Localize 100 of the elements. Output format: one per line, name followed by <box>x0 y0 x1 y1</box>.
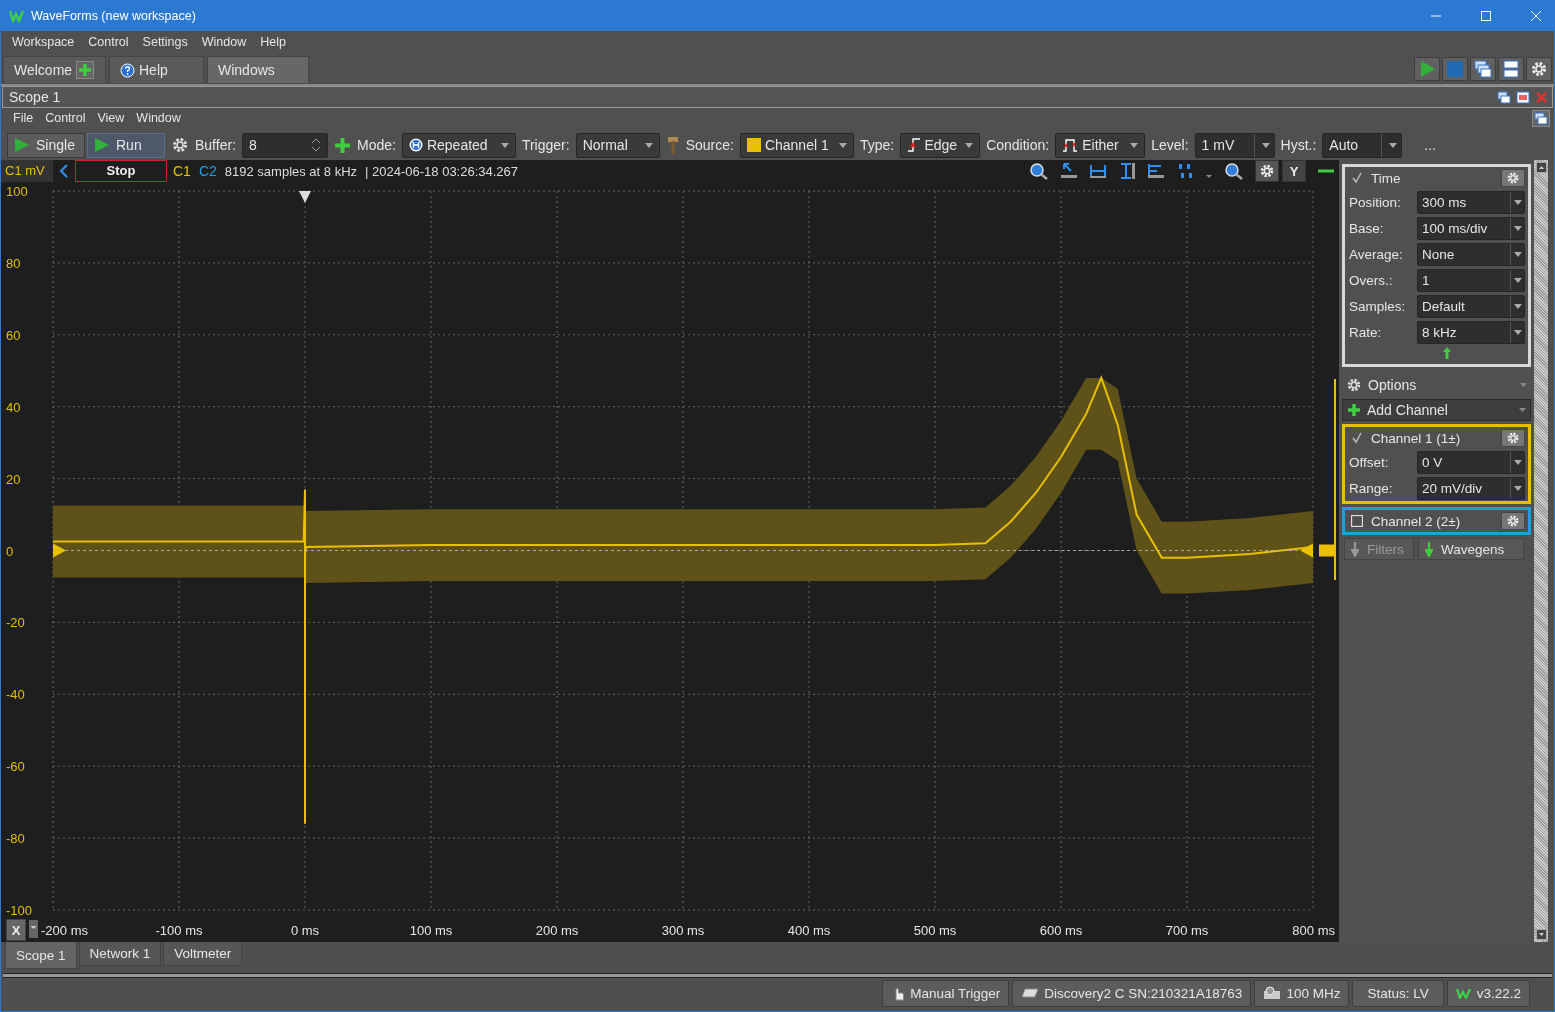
settings-button[interactable] <box>1526 57 1552 81</box>
field-label: Average: <box>1349 246 1404 262</box>
dropdown[interactable]: Default <box>1417 294 1525 318</box>
settings-button[interactable] <box>1255 160 1279 182</box>
run-button[interactable] <box>1414 57 1440 81</box>
settings-icon[interactable] <box>171 136 189 154</box>
dropdown-caret-icon <box>1261 142 1270 148</box>
hammer-icon[interactable] <box>665 136 680 154</box>
dropdown[interactable]: None <box>1417 242 1525 266</box>
mode-dropdown[interactable]: Repeated <box>401 132 516 158</box>
menu-item[interactable]: View <box>91 111 131 125</box>
dropdown-caret-icon <box>1514 251 1522 257</box>
vertical-cursor-icon[interactable] <box>1118 162 1136 180</box>
menu-item[interactable]: Workspace <box>5 35 82 49</box>
windows-button[interactable] <box>1470 57 1496 81</box>
source-dropdown[interactable]: Channel 1 <box>739 132 854 158</box>
scroll-bar[interactable] <box>1534 160 1548 942</box>
checkbox[interactable] <box>1351 515 1363 527</box>
tab[interactable]: Help <box>109 56 204 83</box>
dropdown-caret-icon <box>500 142 509 148</box>
check-icon[interactable] <box>1351 172 1363 184</box>
settings-button[interactable] <box>1501 429 1525 447</box>
dropdown[interactable]: 1 <box>1417 268 1525 292</box>
zoom-icon[interactable] <box>1029 162 1049 180</box>
repeat-icon <box>408 138 423 152</box>
hysteresis-dropdown[interactable]: Auto <box>1322 132 1403 158</box>
x-tick-label: 600 ms <box>1039 923 1083 938</box>
tab[interactable]: Voltmeter <box>163 942 243 966</box>
add-icon[interactable] <box>334 136 351 154</box>
add-icon <box>1347 403 1361 417</box>
menu-item[interactable]: Control <box>81 35 136 49</box>
trigger-position-marker-icon[interactable] <box>299 191 311 203</box>
y-axis-button[interactable]: Y <box>1282 160 1306 182</box>
dropdown-caret-icon <box>644 142 653 148</box>
dropdown[interactable]: 20 mV/div <box>1417 476 1525 500</box>
menu-item[interactable]: Window <box>130 111 187 125</box>
grid-dots-icon[interactable] <box>1176 162 1194 180</box>
dropdown-caret-icon <box>1514 303 1522 309</box>
windows-icon[interactable] <box>1532 109 1550 127</box>
trigger-level-marker-icon[interactable] <box>53 543 66 558</box>
horizontal-cursor-icon[interactable] <box>1089 162 1107 180</box>
spinner-arrows-icon[interactable] <box>311 137 321 153</box>
up-arrow-icon[interactable] <box>1442 346 1452 360</box>
type-dropdown[interactable]: Edge <box>900 132 981 158</box>
level-dropdown[interactable]: 1 mV <box>1194 132 1275 158</box>
wavegens-button[interactable]: Wavegens <box>1418 538 1524 560</box>
buffer-spinbox[interactable]: 8 <box>242 132 328 158</box>
status-item[interactable]: Status: LV <box>1352 979 1444 1007</box>
channel-label[interactable]: C2 <box>198 163 217 179</box>
add-channel-button[interactable]: Add Channel <box>1342 399 1531 421</box>
windows-icon[interactable] <box>1497 90 1511 104</box>
dropdown-caret-icon <box>965 142 974 148</box>
maximize-icon[interactable] <box>1480 10 1492 22</box>
status-item[interactable]: 100 MHz <box>1254 979 1350 1007</box>
menu-item[interactable]: Window <box>194 35 254 49</box>
tab[interactable]: Scope 1 <box>5 942 77 969</box>
more-button[interactable]: ... <box>1424 137 1436 153</box>
menu-item[interactable]: Control <box>39 111 92 125</box>
add-icon[interactable] <box>76 61 95 79</box>
channel-label[interactable]: C1 <box>173 163 191 179</box>
document-title: Scope 1 <box>9 89 61 105</box>
run-button[interactable]: Run <box>87 132 165 158</box>
y-tick-label: -40 <box>6 687 25 703</box>
tab[interactable]: Windows <box>207 56 309 83</box>
scroll-down-icon[interactable] <box>1535 929 1547 940</box>
trigger-dropdown[interactable]: Normal <box>575 132 660 158</box>
cursor-icon[interactable] <box>1060 162 1078 180</box>
device-icon <box>1021 987 1040 999</box>
scroll-up-icon[interactable] <box>1535 162 1547 173</box>
align-icon[interactable] <box>1147 162 1165 180</box>
trigger-level-marker-icon[interactable] <box>1300 543 1313 558</box>
condition-dropdown[interactable]: Either <box>1055 132 1146 158</box>
dropdown-caret-icon[interactable] <box>29 920 38 938</box>
dropdown[interactable]: 8 kHz <box>1417 320 1525 344</box>
manual-trigger-button[interactable]: Manual Trigger <box>882 979 1010 1007</box>
play-icon <box>1418 60 1436 78</box>
field-label: Samples: <box>1349 298 1407 314</box>
y-tick-label: 0 <box>6 543 14 559</box>
restore-icon[interactable] <box>1516 90 1530 104</box>
tab[interactable]: Welcome <box>3 56 106 83</box>
settings-button[interactable] <box>1501 169 1525 187</box>
menu-item[interactable]: Help <box>253 35 293 49</box>
single-button[interactable]: Single <box>7 132 85 158</box>
status-item[interactable]: v3.22.2 <box>1446 979 1530 1007</box>
options-button[interactable]: Options <box>1342 374 1531 396</box>
settings-icon <box>1530 60 1548 78</box>
tab[interactable]: Network 1 <box>78 942 162 966</box>
zoom-icon[interactable] <box>1224 162 1244 180</box>
dropdown[interactable]: 100 ms/div <box>1417 216 1525 240</box>
menu-item[interactable]: File <box>7 111 40 125</box>
y-tick-label: -80 <box>6 831 25 847</box>
x-tick-label: 300 ms <box>661 923 705 938</box>
dropdown[interactable]: 300 ms <box>1417 190 1525 214</box>
status-item[interactable]: Discovery2 C SN:210321A18763 <box>1012 979 1252 1007</box>
menu-item[interactable]: Settings <box>135 35 195 49</box>
check-icon[interactable] <box>1351 432 1363 444</box>
dropdown[interactable]: 0 V <box>1417 450 1525 474</box>
layout-button[interactable] <box>1498 57 1524 81</box>
settings-button[interactable] <box>1501 512 1525 530</box>
x-axis-button[interactable]: X <box>6 919 26 941</box>
